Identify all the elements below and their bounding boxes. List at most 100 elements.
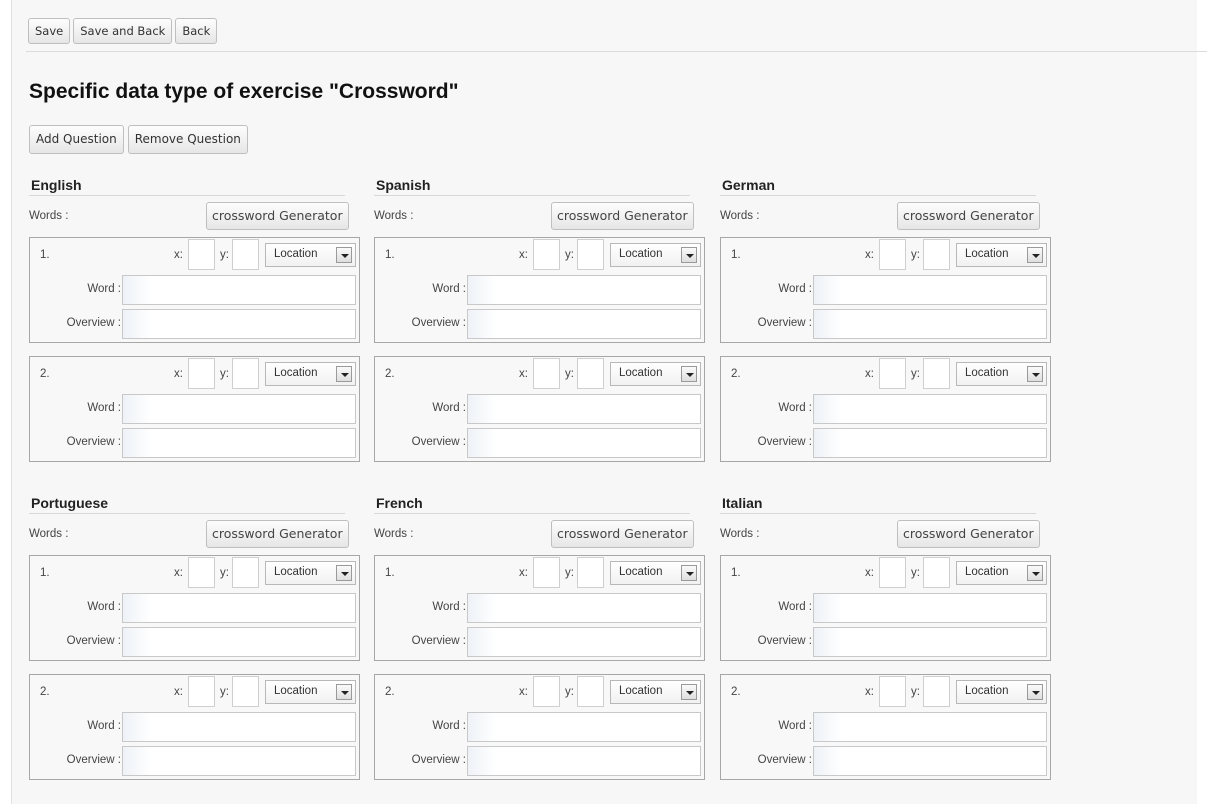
word-label: Word : (87, 283, 121, 295)
overview-input[interactable] (122, 309, 356, 339)
language-title: Spanish (376, 177, 431, 193)
language-section-italian: Italian Words : crossword Generator 1. x: y: L… (720, 495, 1051, 785)
overview-input[interactable] (813, 428, 1047, 458)
chevron-down-icon[interactable] (336, 565, 352, 581)
y-input[interactable] (923, 676, 950, 707)
question-number: 2. (385, 368, 395, 380)
chevron-down-icon[interactable] (336, 247, 352, 263)
y-input[interactable] (232, 358, 259, 389)
location-select[interactable]: Location (265, 243, 356, 267)
chevron-down-icon[interactable] (1027, 684, 1043, 700)
word-label: Word : (778, 720, 812, 732)
chevron-down-icon[interactable] (336, 684, 352, 700)
chevron-down-icon[interactable] (681, 247, 697, 263)
remove-question-button[interactable]: Remove Question (127, 125, 248, 154)
question-box: 1. x: y: Location Word : Overview : (374, 237, 705, 343)
y-input[interactable] (923, 239, 950, 270)
word-input[interactable] (813, 593, 1047, 623)
x-input[interactable] (879, 676, 906, 707)
overview-input[interactable] (467, 428, 701, 458)
location-select[interactable]: Location (610, 243, 701, 267)
overview-input[interactable] (813, 746, 1047, 776)
location-select[interactable]: Location (956, 243, 1047, 267)
y-input[interactable] (577, 239, 604, 270)
overview-input[interactable] (813, 627, 1047, 657)
overview-label: Overview : (66, 754, 121, 766)
word-input[interactable] (122, 712, 356, 742)
y-input[interactable] (577, 358, 604, 389)
crossword-generator-button[interactable]: crossword Generator (206, 520, 349, 548)
location-select[interactable]: Location (265, 561, 356, 585)
crossword-generator-button[interactable]: crossword Generator (206, 202, 349, 230)
overview-input[interactable] (813, 309, 1047, 339)
y-input[interactable] (232, 557, 259, 588)
x-input[interactable] (533, 676, 560, 707)
word-input[interactable] (467, 275, 701, 305)
word-label: Word : (432, 601, 466, 613)
x-input[interactable] (879, 358, 906, 389)
word-input[interactable] (467, 394, 701, 424)
x-input[interactable] (188, 239, 215, 270)
y-input[interactable] (923, 557, 950, 588)
chevron-down-icon[interactable] (681, 366, 697, 382)
chevron-down-icon[interactable] (1027, 366, 1043, 382)
overview-input[interactable] (467, 746, 701, 776)
word-label: Word : (432, 402, 466, 414)
location-select[interactable]: Location (265, 680, 356, 704)
location-select[interactable]: Location (956, 362, 1047, 386)
chevron-down-icon[interactable] (681, 684, 697, 700)
location-select[interactable]: Location (610, 362, 701, 386)
x-input[interactable] (188, 676, 215, 707)
y-input[interactable] (577, 676, 604, 707)
location-select[interactable]: Location (265, 362, 356, 386)
location-select[interactable]: Location (610, 561, 701, 585)
location-select[interactable]: Location (956, 680, 1047, 704)
crossword-generator-button[interactable]: crossword Generator (551, 520, 694, 548)
crossword-generator-button[interactable]: crossword Generator (897, 520, 1040, 548)
overview-input[interactable] (122, 428, 356, 458)
x-input[interactable] (188, 557, 215, 588)
word-input[interactable] (813, 394, 1047, 424)
question-number: 2. (40, 686, 50, 698)
add-question-button[interactable]: Add Question (29, 125, 124, 154)
overview-input[interactable] (467, 309, 701, 339)
x-input[interactable] (188, 358, 215, 389)
chevron-down-icon[interactable] (336, 366, 352, 382)
x-input[interactable] (879, 239, 906, 270)
y-input[interactable] (923, 358, 950, 389)
word-input[interactable] (467, 593, 701, 623)
y-input[interactable] (232, 239, 259, 270)
chevron-down-icon[interactable] (681, 565, 697, 581)
language-title-divider (720, 195, 1036, 196)
chevron-down-icon[interactable] (1027, 247, 1043, 263)
x-input[interactable] (879, 557, 906, 588)
location-value: Location (965, 566, 1009, 578)
crossword-generator-button[interactable]: crossword Generator (897, 202, 1040, 230)
word-input[interactable] (122, 394, 356, 424)
x-input[interactable] (533, 358, 560, 389)
location-select[interactable]: Location (956, 561, 1047, 585)
words-label: Words : (720, 210, 760, 222)
language-section-french: French Words : crossword Generator 1. x: y: Lo… (374, 495, 705, 785)
y-label: y: (565, 249, 574, 261)
x-input[interactable] (533, 557, 560, 588)
save-and-back-button[interactable]: Save and Back (73, 18, 173, 44)
y-input[interactable] (577, 557, 604, 588)
word-input[interactable] (467, 712, 701, 742)
overview-input[interactable] (122, 746, 356, 776)
y-input[interactable] (232, 676, 259, 707)
back-button[interactable]: Back (175, 18, 218, 44)
overview-label: Overview : (757, 754, 812, 766)
word-input[interactable] (813, 275, 1047, 305)
word-input[interactable] (813, 712, 1047, 742)
word-input[interactable] (122, 593, 356, 623)
save-button[interactable]: Save (28, 18, 71, 44)
chevron-down-icon[interactable] (1027, 565, 1043, 581)
overview-input[interactable] (122, 627, 356, 657)
crossword-generator-button[interactable]: crossword Generator (551, 202, 694, 230)
location-select[interactable]: Location (610, 680, 701, 704)
word-input[interactable] (122, 275, 356, 305)
overview-input[interactable] (467, 627, 701, 657)
x-input[interactable] (533, 239, 560, 270)
overview-label: Overview : (66, 635, 121, 647)
